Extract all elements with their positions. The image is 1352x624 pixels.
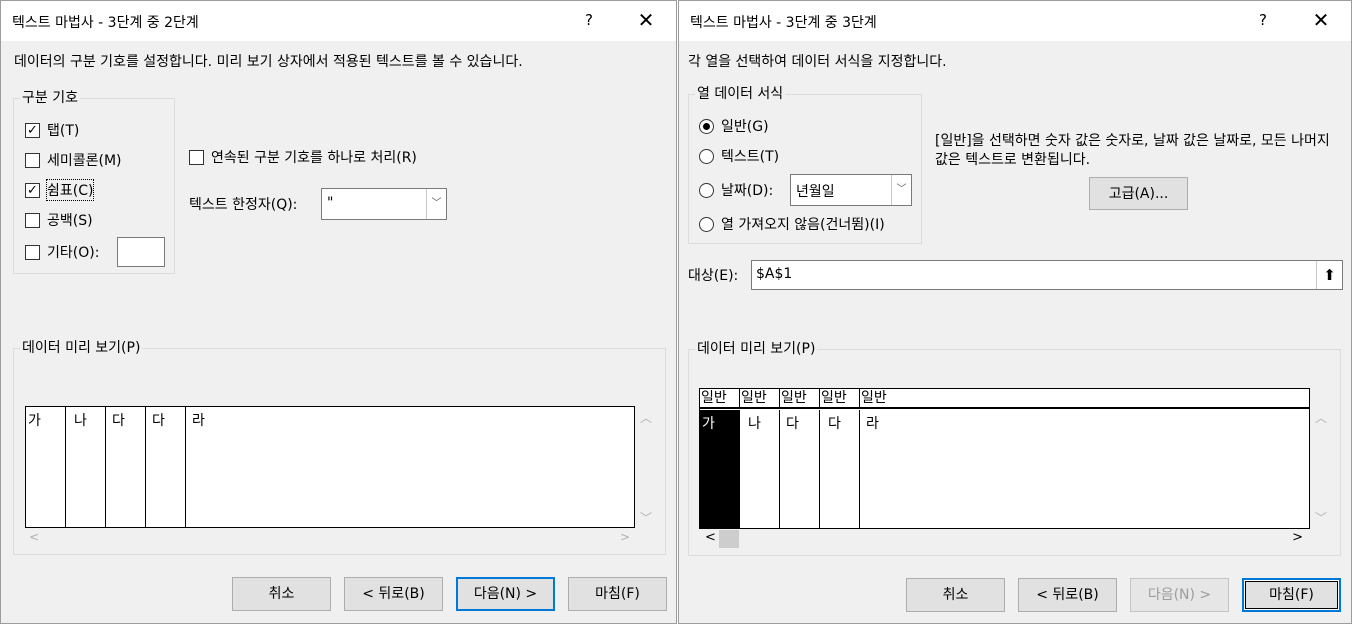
data-preview-legend: 데이터 미리 보기(P) [20,340,143,356]
radio-unselected-icon [699,216,714,232]
help-button[interactable]: ? [1253,11,1273,29]
space-checkbox[interactable]: 공백(S) [25,210,93,230]
advanced-button[interactable]: 고급(A)... [1089,177,1188,210]
date-format-select[interactable]: 년월일 ﹀ [790,174,912,206]
scroll-down-icon[interactable]: ﹀ [1315,509,1327,526]
cancel-button[interactable]: 취소 [906,578,1005,612]
skip-column-label: 열 가져오지 않음(건너뜀)(I) [721,217,885,233]
date-format-value: 년월일 [796,184,835,200]
checkbox-unchecked-icon [25,152,40,168]
scroll-right-icon[interactable]: > [620,530,630,544]
text-label: 텍스트(T) [721,149,780,165]
close-button[interactable]: ✕ [634,7,658,33]
preview-cell-selected: 가 [700,410,740,528]
horizontal-scrollbar[interactable]: < > [699,529,1310,549]
general-label: 일반(G) [721,119,769,135]
comma-label: 쉼표(C) [45,179,95,201]
destination-label: 대상(E): [688,268,739,284]
preview-header[interactable]: 일반 [820,389,860,409]
preview-header[interactable]: 일반 [860,389,1309,409]
finish-button[interactable]: 마침(F) [1242,578,1341,612]
text-wizard-step2-dialog: 텍스트 마법사 - 3단계 중 2단계 ? ✕ 데이터의 구분 기호를 설정합니… [0,0,677,624]
preview-cell: 라 [192,413,205,429]
comma-checkbox[interactable]: ✓ 쉼표(C) [25,179,95,201]
preview-header[interactable]: 일반 [700,389,740,409]
text-radio[interactable]: 텍스트(T) [699,146,779,166]
radio-unselected-icon [699,148,714,164]
destination-value: $A$1 [756,266,793,282]
scroll-down-icon[interactable]: ﹀ [640,509,652,526]
preview-header[interactable]: 일반 [780,389,820,409]
radio-selected-icon [699,118,714,134]
text-wizard-step3-dialog: 텍스트 마법사 - 3단계 중 3단계 ? ✕ 각 열을 선택하여 데이터 서식… [678,0,1352,624]
preview-cell: 라 [866,416,879,432]
data-preview-grid[interactable]: 일반 일반 일반 일반 일반 가 나 다 다 라 [699,388,1310,529]
next-button[interactable]: 다음(N) > [1130,578,1229,612]
scroll-left-icon[interactable]: < [29,530,39,544]
close-button[interactable]: ✕ [1309,7,1333,33]
title-bar: 텍스트 마법사 - 3단계 중 2단계 ? ✕ [1,1,676,41]
date-label: 날짜(D): [721,183,774,199]
preview-cell: 다 [780,410,820,528]
semicolon-label: 세미콜론(M) [47,153,122,169]
preview-cell: 나 [66,407,106,527]
scroll-right-icon[interactable]: > [1292,530,1303,545]
data-preview-legend: 데이터 미리 보기(P) [695,341,818,357]
preview-header[interactable]: 일반 [740,389,780,409]
checkbox-checked-icon: ✓ [25,182,40,198]
next-button[interactable]: 다음(N) > [456,577,555,611]
scroll-up-icon[interactable]: ︿ [640,409,652,426]
skip-column-radio[interactable]: 열 가져오지 않음(건너뜀)(I) [699,214,885,234]
tab-checkbox[interactable]: ✓ 탭(T) [25,120,79,140]
checkbox-unchecked-icon [189,149,204,165]
other-label: 기타(O): [47,245,100,261]
cancel-button[interactable]: 취소 [232,577,331,611]
checkbox-unchecked-icon [25,244,40,260]
space-label: 공백(S) [47,213,93,229]
format-info-text: [일반]을 선택하면 숫자 값은 숫자로, 날짜 값은 날짜로, 모든 나머지 … [935,133,1330,168]
semicolon-checkbox[interactable]: 세미콜론(M) [25,150,122,170]
column-format-legend: 열 데이터 서식 [695,86,786,102]
back-button[interactable]: < 뒤로(B) [344,577,443,611]
scroll-up-icon[interactable]: ︿ [1315,409,1327,426]
finish-button[interactable]: 마침(F) [568,577,667,611]
text-qualifier-select[interactable]: " ﹀ [321,188,447,220]
description-text: 데이터의 구분 기호를 설정합니다. 미리 보기 상자에서 적용된 텍스트를 볼… [14,54,523,70]
description-text: 각 열을 선택하여 데이터 서식을 지정합니다. [688,54,947,70]
preview-cell: 다 [820,410,860,528]
checkbox-checked-icon: ✓ [25,122,40,138]
title-bar: 텍스트 마법사 - 3단계 중 3단계 ? ✕ [679,1,1351,41]
general-radio[interactable]: 일반(G) [699,116,769,136]
preview-cell: 가 [26,407,66,527]
data-preview-grid[interactable]: 가 나 다 다 라 [25,406,635,528]
scroll-left-icon[interactable]: < [705,530,716,545]
tab-label: 탭(T) [47,123,80,139]
back-button[interactable]: < 뒤로(B) [1018,578,1117,612]
text-qualifier-label: 텍스트 한정자(Q): [189,197,298,213]
dialog-title: 텍스트 마법사 - 3단계 중 2단계 [12,15,199,31]
preview-cell: 다 [106,407,146,527]
radio-unselected-icon [699,182,714,198]
preview-cell: 나 [740,410,780,528]
help-button[interactable]: ? [579,11,599,29]
chevron-down-icon: ﹀ [426,189,446,219]
delimiters-legend: 구분 기호 [20,90,80,106]
other-checkbox[interactable]: 기타(O): [25,242,99,262]
collapse-dialog-icon[interactable]: ⬆ [1316,261,1342,289]
checkbox-unchecked-icon [25,212,40,228]
chevron-down-icon: ﹀ [891,175,911,205]
preview-cell: 다 [146,407,186,527]
date-radio[interactable]: 날짜(D): [699,180,773,200]
consecutive-delimiters-checkbox[interactable]: 연속된 구분 기호를 하나로 처리(R) [189,147,417,167]
other-delimiter-input[interactable] [117,237,165,267]
destination-input[interactable]: $A$1 ⬆ [751,260,1343,290]
scroll-thumb[interactable] [719,530,739,548]
consecutive-label: 연속된 구분 기호를 하나로 처리(R) [211,150,417,166]
text-qualifier-value: " [327,195,334,211]
dialog-title: 텍스트 마법사 - 3단계 중 3단계 [690,15,877,31]
